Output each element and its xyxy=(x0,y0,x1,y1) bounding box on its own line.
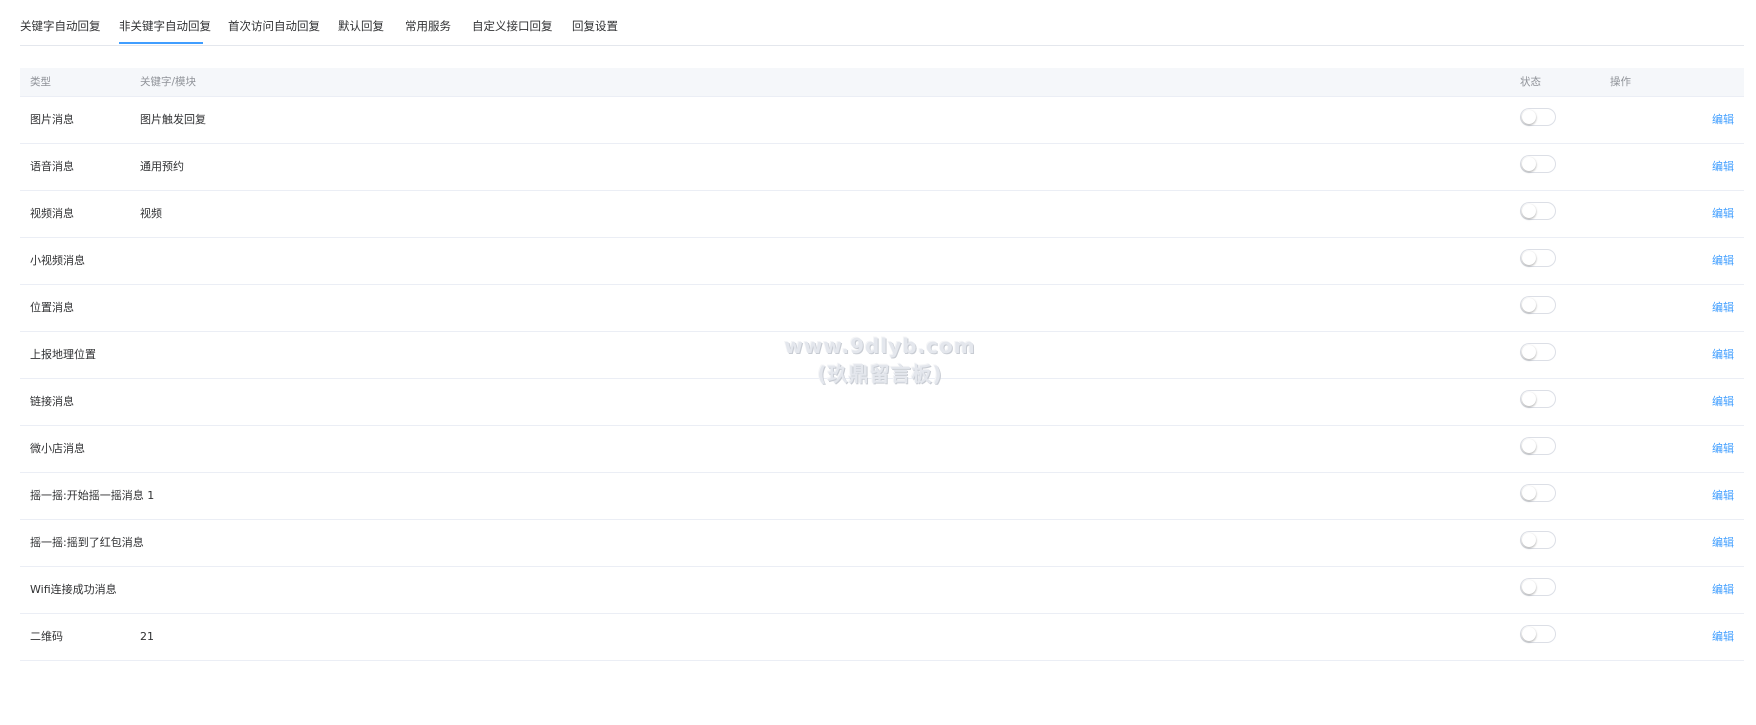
edit-link[interactable]: 编辑 xyxy=(1712,347,1734,362)
toggle-knob xyxy=(1522,580,1536,594)
table-row: Wifi连接成功消息 编辑 xyxy=(20,567,1744,614)
table-row: 微小店消息 编辑 xyxy=(20,426,1744,473)
edit-link[interactable]: 编辑 xyxy=(1712,112,1734,127)
row-keyword: 21 xyxy=(140,630,154,643)
toggle-knob xyxy=(1522,251,1536,265)
row-type: Wifi连接成功消息 xyxy=(30,583,117,596)
table-row: 小视频消息 编辑 xyxy=(20,238,1744,285)
table-row: 视频消息 视频 编辑 xyxy=(20,191,1744,238)
table-row: 上报地理位置 编辑 xyxy=(20,332,1744,379)
header-keyword: 关键字/模块 xyxy=(140,76,197,88)
table-row: 位置消息 编辑 xyxy=(20,285,1744,332)
status-toggle[interactable] xyxy=(1520,625,1556,643)
edit-link[interactable]: 编辑 xyxy=(1712,629,1734,644)
toggle-knob xyxy=(1522,533,1536,547)
edit-link[interactable]: 编辑 xyxy=(1712,535,1734,550)
edit-link[interactable]: 编辑 xyxy=(1712,300,1734,315)
table-row: 语音消息 通用预约 编辑 xyxy=(20,144,1744,191)
row-type: 视频消息 xyxy=(30,207,74,220)
edit-link[interactable]: 编辑 xyxy=(1712,253,1734,268)
row-type: 语音消息 xyxy=(30,160,74,173)
page: 关键字自动回复 非关键字自动回复 首次访问自动回复 默认回复 常用服务 自定义接… xyxy=(0,0,1756,725)
row-type: 上报地理位置 xyxy=(30,348,96,361)
status-toggle[interactable] xyxy=(1520,249,1556,267)
row-keyword: 视频 xyxy=(140,207,162,220)
table-row: 链接消息 编辑 xyxy=(20,379,1744,426)
reply-table: 类型 关键字/模块 状态 操作 图片消息 图片触发回复 编辑 语音消息 通用预约… xyxy=(20,68,1744,661)
toggle-knob xyxy=(1522,627,1536,641)
status-toggle[interactable] xyxy=(1520,296,1556,314)
tab-custom-api-reply[interactable]: 自定义接口回复 xyxy=(472,18,553,34)
table-row: 摇一摇:开始摇一摇消息 1 编辑 xyxy=(20,473,1744,520)
row-type: 二维码 xyxy=(30,630,63,643)
status-toggle[interactable] xyxy=(1520,202,1556,220)
edit-link[interactable]: 编辑 xyxy=(1712,582,1734,597)
header-status: 状态 xyxy=(1520,76,1541,88)
header-type: 类型 xyxy=(30,76,51,88)
header-operation: 操作 xyxy=(1610,76,1631,88)
toggle-knob xyxy=(1522,345,1536,359)
table-header: 类型 关键字/模块 状态 操作 xyxy=(20,68,1744,97)
status-toggle[interactable] xyxy=(1520,155,1556,173)
tab-reply-settings[interactable]: 回复设置 xyxy=(572,18,618,34)
tab-default-reply[interactable]: 默认回复 xyxy=(338,18,384,34)
toggle-knob xyxy=(1522,110,1536,124)
status-toggle[interactable] xyxy=(1520,108,1556,126)
status-toggle[interactable] xyxy=(1520,484,1556,502)
edit-link[interactable]: 编辑 xyxy=(1712,159,1734,174)
row-type: 摇一摇:开始摇一摇消息 1 xyxy=(30,489,155,502)
toggle-knob xyxy=(1522,392,1536,406)
table-row: 摇一摇:摇到了红包消息 编辑 xyxy=(20,520,1744,567)
row-type: 微小店消息 xyxy=(30,442,85,455)
edit-link[interactable]: 编辑 xyxy=(1712,441,1734,456)
edit-link[interactable]: 编辑 xyxy=(1712,206,1734,221)
tab-common-services[interactable]: 常用服务 xyxy=(405,18,451,34)
toggle-knob xyxy=(1522,204,1536,218)
toggle-knob xyxy=(1522,486,1536,500)
toggle-knob xyxy=(1522,298,1536,312)
row-type: 位置消息 xyxy=(30,301,74,314)
row-type: 小视频消息 xyxy=(30,254,85,267)
status-toggle[interactable] xyxy=(1520,578,1556,596)
toggle-knob xyxy=(1522,439,1536,453)
tab-keyword-auto-reply[interactable]: 关键字自动回复 xyxy=(20,18,101,34)
status-toggle[interactable] xyxy=(1520,531,1556,549)
status-toggle[interactable] xyxy=(1520,437,1556,455)
row-type: 摇一摇:摇到了红包消息 xyxy=(30,536,144,549)
status-toggle[interactable] xyxy=(1520,343,1556,361)
tab-first-visit-auto-reply[interactable]: 首次访问自动回复 xyxy=(228,18,320,34)
table-row: 二维码 21 编辑 xyxy=(20,614,1744,661)
status-toggle[interactable] xyxy=(1520,390,1556,408)
row-keyword: 通用预约 xyxy=(140,160,184,173)
edit-link[interactable]: 编辑 xyxy=(1712,394,1734,409)
row-type: 图片消息 xyxy=(30,113,74,126)
toggle-knob xyxy=(1522,157,1536,171)
table-row: 图片消息 图片触发回复 编辑 xyxy=(20,97,1744,144)
row-type: 链接消息 xyxy=(30,395,74,408)
row-keyword: 图片触发回复 xyxy=(140,113,206,126)
tab-non-keyword-auto-reply[interactable]: 非关键字自动回复 xyxy=(119,18,211,34)
edit-link[interactable]: 编辑 xyxy=(1712,488,1734,503)
tab-bar: 关键字自动回复 非关键字自动回复 首次访问自动回复 默认回复 常用服务 自定义接… xyxy=(20,0,1744,46)
active-tab-indicator xyxy=(119,42,203,44)
